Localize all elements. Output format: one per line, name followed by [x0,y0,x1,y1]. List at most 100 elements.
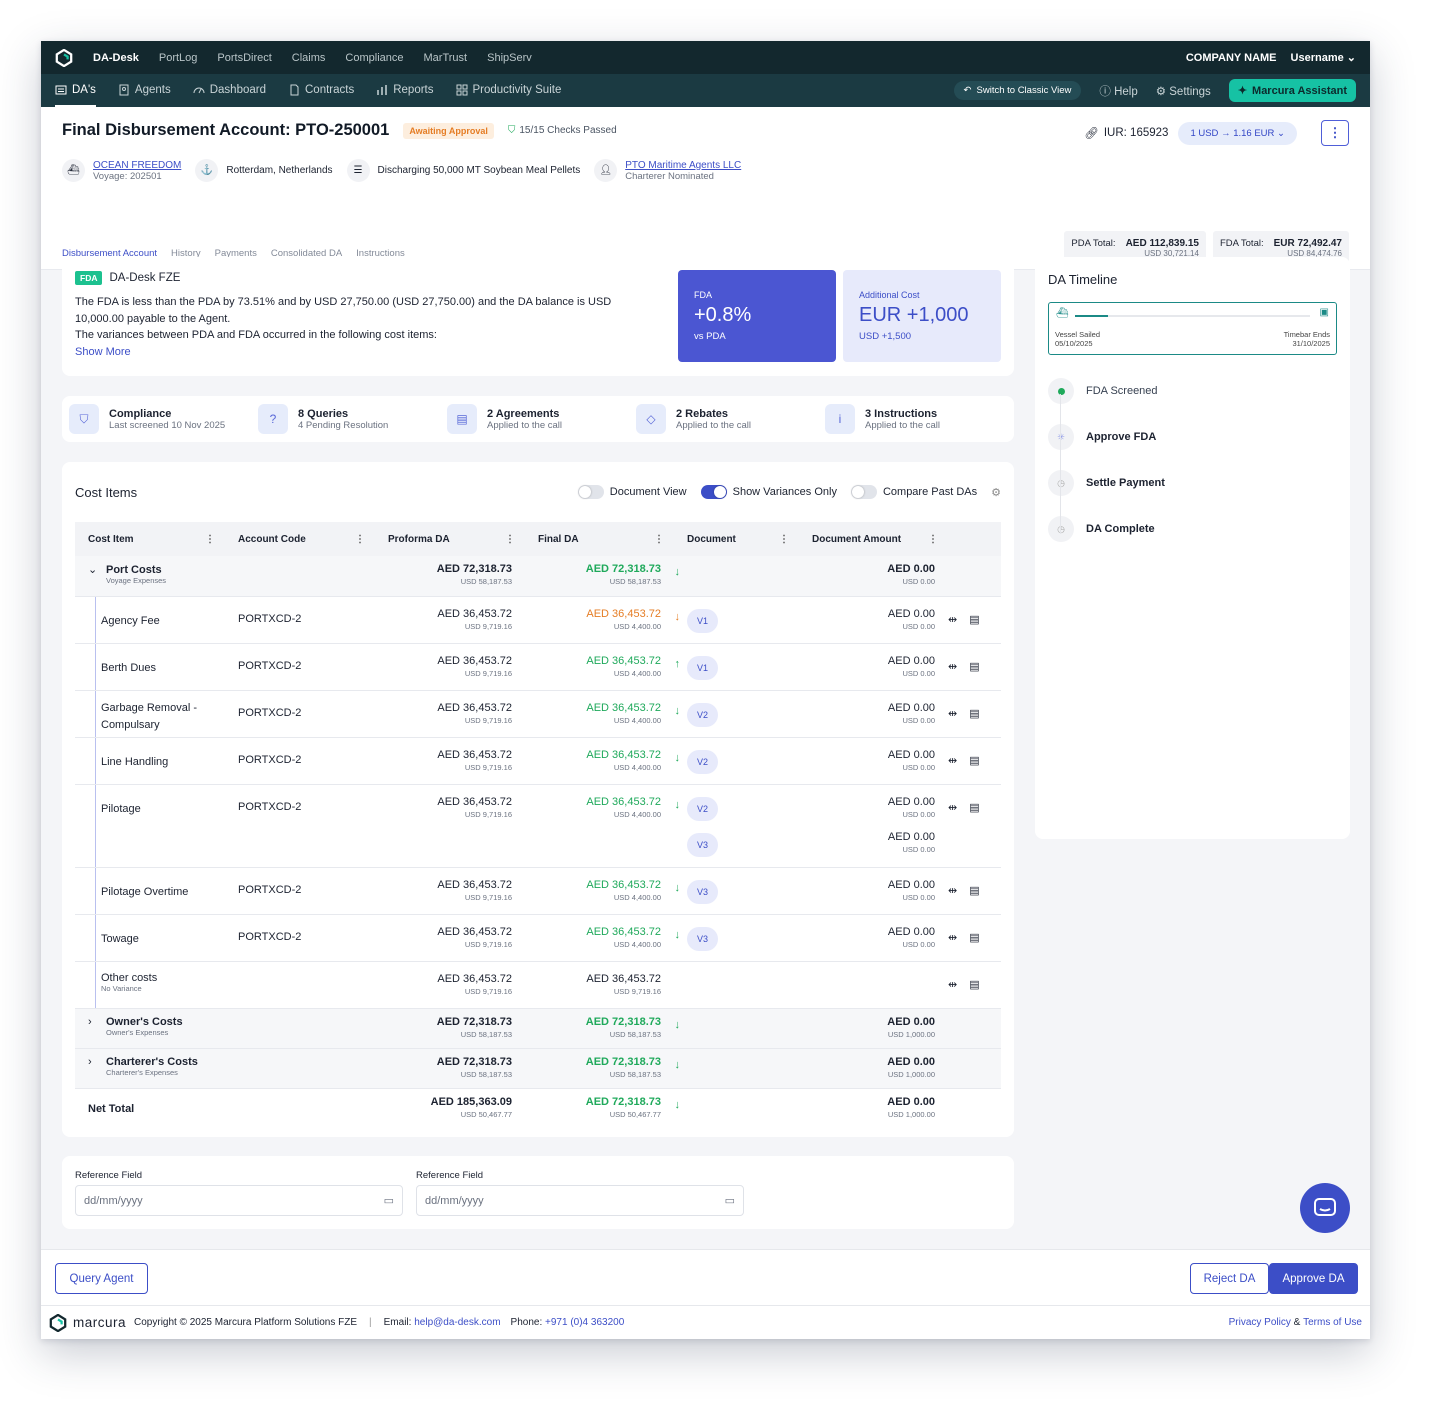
split-icon[interactable]: ⇹ [948,614,957,626]
amount-value: USD 0.00 [902,715,935,725]
strip-title: 2 Rebates [676,407,728,420]
rebates-item[interactable]: ◇ 2 Rebates Applied to the call [629,404,818,434]
comment-icon[interactable]: ▤ [969,932,979,944]
table-row-other[interactable]: Other costs No Variance AED 36,453.72 USD 9… [75,961,1001,1009]
split-icon[interactable]: ⇹ [948,932,957,944]
column-menu-icon[interactable]: ⋮ [654,534,664,545]
tab-productivity[interactable]: Productivity Suite [456,74,561,107]
queries-item[interactable]: ? 8 Queries 4 Pending Resolution [251,404,440,434]
split-icon[interactable]: ⇹ [948,802,957,814]
split-icon[interactable]: ⇹ [948,708,957,720]
split-icon[interactable]: ⇹ [948,979,957,991]
document-version-pill[interactable]: V1 [687,655,718,680]
table-row[interactable]: Berth Dues PORTXCD-2 AED 36,453.72 USD 9,71… [75,643,1001,691]
column-header-account-code[interactable]: Account Code ⋮ [225,522,376,556]
tab-agents[interactable]: Agents [118,74,171,107]
tab-contracts[interactable]: Contracts [288,74,354,107]
document-version-pill[interactable]: V1 [687,608,718,633]
timeline-step-approve[interactable]: ✳ Approve FDA [1048,414,1328,460]
cost-item-name: Towage [101,932,139,945]
terms-link[interactable]: Terms of Use [1303,1317,1362,1328]
document-version-pill[interactable]: V3 [687,879,718,904]
comment-icon[interactable]: ▤ [969,979,979,991]
email-link[interactable]: help@da-desk.com [414,1317,500,1328]
chat-launcher-button[interactable] [1300,1183,1350,1233]
comment-icon[interactable]: ▤ [969,661,979,673]
column-menu-icon[interactable]: ⋮ [779,534,789,545]
column-menu-icon[interactable]: ⋮ [928,534,938,545]
document-version-pill[interactable]: V3 [687,832,718,857]
phone-link[interactable]: +971 (0)4 363200 [545,1317,624,1328]
nav-shipserv[interactable]: ShipServ [487,52,532,64]
nav-compliance[interactable]: Compliance [345,52,403,64]
table-row-group[interactable]: ⌄ Port Costs Voyage Expenses AED 72,318.73 U… [75,556,1001,597]
reject-da-button[interactable]: Reject DA [1190,1263,1269,1294]
comment-icon[interactable]: ▤ [969,708,979,720]
column-header-document[interactable]: Document ⋮ [674,522,800,556]
table-row[interactable]: Line Handling PORTXCD-2 AED 36,453.72 USD 9… [75,737,1001,785]
column-menu-icon[interactable]: ⋮ [205,534,215,545]
column-header-final[interactable]: Final DA ⋮ [525,522,675,556]
vessel-link[interactable]: OCEAN FREEDOM [93,160,181,171]
table-row[interactable]: Pilotage Overtime PORTXCD-2 AED 36,453.72 U… [75,867,1001,915]
document-version-pill[interactable]: V3 [687,926,718,951]
chevron-right-icon[interactable]: › [88,1056,106,1068]
document-version-pill[interactable]: V2 [687,749,718,774]
comment-icon[interactable]: ▤ [969,614,979,626]
reference-date-input-2[interactable]: dd/mm/yyyy ▭ [416,1185,744,1216]
document-view-toggle[interactable]: Document View [577,485,687,499]
privacy-link[interactable]: Privacy Policy [1229,1317,1291,1328]
compare-past-toggle[interactable]: Compare Past DAs [850,485,977,499]
marcura-assistant-button[interactable]: ✦ Marcura Assistant [1228,79,1356,102]
table-row[interactable]: Pilotage PORTXCD-2 AED 36,453.72 USD 9,719.… [75,784,1001,868]
fx-rate-selector[interactable]: 1 USD → 1.16 EUR ⌄ [1178,121,1297,145]
reference-date-input-1[interactable]: dd/mm/yyyy ▭ [75,1185,403,1216]
column-header-cost-item[interactable]: Cost Item ⋮ [75,522,226,556]
show-more-link[interactable]: Show More [75,344,655,361]
instructions-item[interactable]: i 3 Instructions Applied to the call [818,404,1007,434]
comment-icon[interactable]: ▤ [969,802,979,814]
tab-dashboard[interactable]: Dashboard [193,74,266,107]
split-icon[interactable]: ⇹ [948,661,957,673]
table-row[interactable]: Towage PORTXCD-2 AED 36,453.72 USD 9,719.16… [75,914,1001,962]
table-row[interactable]: Garbage Removal - Compulsary PORTXCD-2 AED… [75,690,1001,738]
column-header-document-amount[interactable]: Document Amount ⋮ [799,522,949,556]
proforma-cell: AED 36,453.72 USD 9,719.16 [375,914,525,962]
calendar-icon[interactable]: ▭ [384,1194,394,1207]
split-icon[interactable]: ⇹ [948,885,957,897]
nav-portlog[interactable]: PortLog [159,52,198,64]
calendar-icon[interactable]: ▭ [725,1194,735,1207]
column-menu-icon[interactable]: ⋮ [505,534,515,545]
help-link[interactable]: ⓘ Help [1099,83,1137,99]
tab-reports[interactable]: Reports [376,74,434,107]
actions-cell [948,556,1001,597]
comment-icon[interactable]: ▤ [969,885,979,897]
chevron-down-icon[interactable]: ⌄ [88,563,106,576]
tab-das[interactable]: DA's [55,74,96,107]
column-menu-icon[interactable]: ⋮ [355,534,365,545]
document-version-pill[interactable]: V2 [687,702,718,727]
user-menu[interactable]: Username ⌄ [1291,51,1356,64]
table-row-group[interactable]: › Charterer's Costs Charterer's Expenses AE… [75,1048,1001,1089]
settings-link[interactable]: ⚙ Settings [1156,84,1211,98]
split-icon[interactable]: ⇹ [948,755,957,767]
table-row[interactable]: Agency Fee PORTXCD-2 AED 36,453.72 USD 9,71… [75,596,1001,644]
more-options-button[interactable]: ⋮ [1321,120,1349,146]
approve-da-button[interactable]: Approve DA [1269,1263,1358,1294]
brand-name[interactable]: DA-Desk [93,52,139,64]
gear-icon[interactable]: ⚙ [991,486,1001,499]
nav-martrust[interactable]: MarTrust [424,52,468,64]
document-version-pill[interactable]: V2 [687,796,718,821]
table-row-group[interactable]: › Owner's Costs Owner's Expenses AED 72,318… [75,1008,1001,1049]
chevron-right-icon[interactable]: › [88,1016,106,1028]
agent-link[interactable]: PTO Maritime Agents LLC [625,160,741,171]
agreements-item[interactable]: ▤ 2 Agreements Applied to the call [440,404,629,434]
comment-icon[interactable]: ▤ [969,755,979,767]
show-variances-toggle[interactable]: Show Variances Only [700,485,837,499]
nav-portsdirect[interactable]: PortsDirect [217,52,271,64]
nav-claims[interactable]: Claims [292,52,326,64]
column-header-proforma[interactable]: Proforma DA ⋮ [375,522,526,556]
query-agent-button[interactable]: Query Agent [55,1263,148,1294]
switch-classic-button[interactable]: ↶ Switch to Classic View [953,81,1082,100]
compliance-item[interactable]: ⛉ Compliance Last screened 10 Nov 2025 [62,404,251,434]
